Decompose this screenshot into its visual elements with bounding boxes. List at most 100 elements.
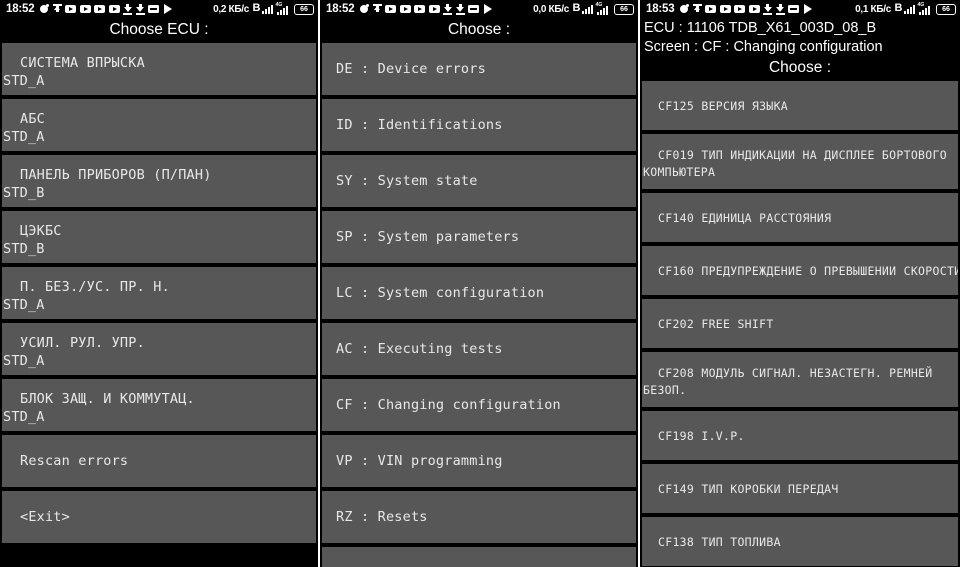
status-bar-clock: 18:53: [646, 3, 675, 15]
list-item-title: БЛОК ЗАЩ. И КОММУТАЦ.: [20, 391, 195, 407]
youtube-icon: [719, 5, 731, 13]
list-item-de[interactable]: DE : Device errors: [322, 43, 636, 95]
list-item-title: LC : System configuration: [336, 285, 545, 301]
list-item-id[interactable]: ID : Identifications: [322, 99, 636, 151]
list-item-ecm[interactable]: ECM : Extended command set: [322, 547, 636, 567]
youtube-icon: [428, 5, 440, 13]
list-item-title: Rescan errors: [20, 453, 129, 469]
list-item[interactable]: CF149 ТИП КОРОБКИ ПЕРЕДАЧ: [642, 464, 958, 513]
download-icon: [135, 3, 145, 15]
list-item-title: CF198 I.V.P.: [658, 428, 745, 443]
panel-changing-configuration: 18:53 0,1 КБ/с 4G 66 ECU : 111: [640, 0, 960, 567]
youtube-icon: [705, 5, 717, 13]
list-item[interactable]: П. БЕЗ./УС. ПР. Н. STD_A: [2, 267, 316, 319]
status-bar-notification-icons: [679, 3, 855, 15]
signal-icon: [904, 4, 916, 14]
status-bar-clock: 18:52: [6, 3, 35, 15]
ecu-list: СИСТЕМА ВПРЫСКА STD_A АБС STD_A ПАНЕЛЬ П…: [0, 43, 318, 543]
youtube-icon: [734, 5, 746, 13]
list-item-lc[interactable]: LC : System configuration: [322, 267, 636, 319]
list-item-subtitle: STD_A: [3, 409, 45, 425]
list-item[interactable]: УСИЛ. РУЛ. УПР. STD_A: [2, 323, 316, 375]
list-item-title: CF140 ЕДИНИЦА РАССТОЯНИЯ: [658, 210, 832, 225]
list-item-sy[interactable]: SY : System state: [322, 155, 636, 207]
list-item-title: CF208 МОДУЛЬ СИГНАЛ. НЕЗАСТЕГН. РЕМНЕЙ: [658, 366, 933, 380]
list-item-title: ID : Identifications: [336, 117, 503, 133]
command-list: DE : Device errors ID : Identifications …: [320, 43, 638, 567]
message-icon: [788, 5, 800, 13]
list-item-title: УСИЛ. РУЛ. УПР.: [20, 335, 145, 351]
status-bar-system-icons: 0,0 КБ/с 4G 66: [533, 2, 634, 15]
flower-icon: [39, 4, 50, 14]
list-item[interactable]: ЦЭКБС STD_B: [2, 211, 316, 263]
download-icon: [455, 3, 465, 15]
list-item[interactable]: CF198 I.V.P.: [642, 411, 958, 460]
panel-choose-command: 18:52 0,0 КБ/с 4G 66 Choose :: [320, 0, 640, 567]
list-item-title: CF125 ВЕРСИЯ ЯЗЫКА: [658, 98, 789, 113]
list-item-subtitle: STD_A: [3, 297, 45, 313]
list-item[interactable]: АБС STD_A: [2, 99, 316, 151]
data-rate-label: 0,1 КБ/с: [855, 3, 891, 15]
list-item-title: CF160 ПРЕДУПРЕЖДЕНИЕ О ПРЕВЫШЕНИИ СКОРОС…: [658, 263, 958, 278]
list-item[interactable]: CF140 ЕДИНИЦА РАССТОЯНИЯ: [642, 193, 958, 242]
upload-icon: [52, 3, 62, 15]
list-item-title: CF : Changing configuration: [336, 397, 561, 413]
list-item-sp[interactable]: SP : System parameters: [322, 211, 636, 263]
download-icon: [775, 3, 785, 15]
list-item-title: CF138 ТИП ТОПЛИВА: [658, 534, 781, 549]
rescan-errors-button[interactable]: Rescan errors: [2, 435, 316, 487]
play-store-icon: [803, 3, 813, 15]
app-screen: 18:52 0,2 КБ/с 4G 66 Choose EC: [0, 0, 960, 567]
flower-icon: [359, 4, 370, 14]
list-item-vp[interactable]: VP : VIN programming: [322, 435, 636, 487]
status-bar: 18:53 0,1 КБ/с 4G 66: [640, 0, 960, 18]
list-item-title: DE : Device errors: [336, 61, 486, 77]
list-item-title-cont: КОМПЬЮТЕРА: [643, 165, 716, 179]
list-item-title: AC : Executing tests: [336, 341, 503, 357]
status-bar: 18:52 0,2 КБ/с 4G 66: [0, 0, 318, 18]
battery-icon: 66: [614, 3, 634, 15]
signal-icon: [582, 4, 594, 14]
status-bar-system-icons: 0,1 КБ/с 4G 66: [855, 2, 956, 15]
upload-icon: [692, 3, 702, 15]
list-item[interactable]: CF138 ТИП ТОПЛИВА: [642, 517, 958, 566]
signal-4g-icon: 4G: [918, 2, 934, 15]
configuration-list: CF125 ВЕРСИЯ ЯЗЫКА CF019 ТИП ИНДИКАЦИИ Н…: [640, 81, 960, 567]
page-title: Choose :: [320, 18, 638, 43]
ecu-info-line: ECU : 11106 TDB_X61_003D_08_B: [640, 18, 960, 37]
list-item-subtitle: STD_A: [3, 129, 45, 145]
battery-icon: 66: [294, 3, 314, 15]
status-bar: 18:52 0,0 КБ/с 4G 66: [320, 0, 638, 18]
list-item-title: SP : System parameters: [336, 229, 520, 245]
youtube-icon: [399, 5, 411, 13]
exit-button[interactable]: <Exit>: [2, 491, 316, 543]
list-item[interactable]: СИСТЕМА ВПРЫСКА STD_A: [2, 43, 316, 95]
list-item[interactable]: CF125 ВЕРСИЯ ЯЗЫКА: [642, 81, 958, 130]
list-item[interactable]: CF160 ПРЕДУПРЕЖДЕНИЕ О ПРЕВЫШЕНИИ СКОРОС…: [642, 246, 958, 295]
youtube-icon: [385, 5, 397, 13]
list-item-subtitle: STD_B: [3, 241, 45, 257]
list-item-subtitle: STD_A: [3, 73, 45, 89]
list-item[interactable]: CF202 FREE SHIFT: [642, 299, 958, 348]
list-item-rz[interactable]: RZ : Resets: [322, 491, 636, 543]
battery-icon: 66: [936, 3, 956, 15]
bluetooth-icon: [253, 2, 261, 15]
list-item[interactable]: CF019 ТИП ИНДИКАЦИИ НА ДИСПЛЕЕ БОРТОВОГО…: [642, 134, 958, 189]
list-item-title: СИСТЕМА ВПРЫСКА: [20, 55, 145, 71]
message-icon: [148, 5, 160, 13]
page-title: Choose :: [640, 56, 960, 81]
status-bar-notification-icons: [359, 3, 533, 15]
list-item-title: VP : VIN programming: [336, 453, 503, 469]
list-item[interactable]: БЛОК ЗАЩ. И КОММУТАЦ. STD_A: [2, 379, 316, 431]
list-item-cf[interactable]: CF : Changing configuration: [322, 379, 636, 431]
list-item-title: ЦЭКБС: [20, 223, 62, 239]
youtube-icon: [94, 5, 106, 13]
list-item-ac[interactable]: AC : Executing tests: [322, 323, 636, 375]
youtube-icon: [79, 5, 91, 13]
data-rate-label: 0,0 КБ/с: [533, 3, 569, 15]
list-item-subtitle: STD_B: [3, 185, 45, 201]
list-item[interactable]: ПАНЕЛЬ ПРИБОРОВ (П/ПАН) STD_B: [2, 155, 316, 207]
list-item-title: SY : System state: [336, 173, 478, 189]
list-item[interactable]: CF208 МОДУЛЬ СИГНАЛ. НЕЗАСТЕГН. РЕМНЕЙ Б…: [642, 352, 958, 407]
download-icon: [443, 3, 453, 15]
